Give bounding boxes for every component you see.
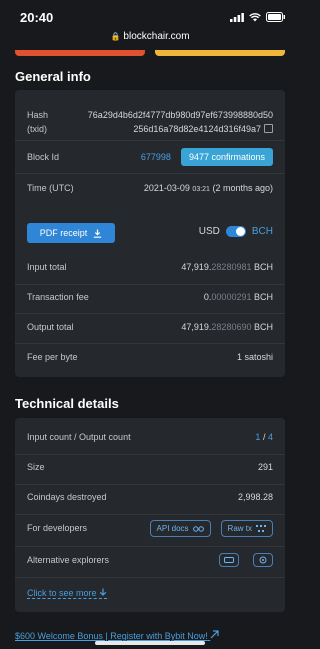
- hash-line-2: 256d16a78d82e4124d316f49a7: [133, 124, 261, 134]
- currency-switch: USD BCH: [199, 226, 273, 237]
- divider: [15, 514, 285, 515]
- input-total-row: Input total 47,919.28280981 BCH: [27, 258, 273, 276]
- external-link-icon: [210, 630, 219, 639]
- top-button-yellow[interactable]: [155, 50, 285, 56]
- currency-bch[interactable]: BCH: [252, 226, 273, 237]
- coindays-row: Coindays destroyed 2,998.28: [27, 488, 273, 506]
- divider: [15, 140, 285, 141]
- pdf-receipt-button[interactable]: PDF receipt: [27, 223, 115, 243]
- block-row: Block Id 677998 9477 confirmations: [27, 147, 273, 167]
- txid-label: (txid): [27, 124, 47, 134]
- divider: [15, 173, 285, 174]
- time-date: 2021-03-09: [143, 183, 190, 193]
- download-icon: [94, 229, 102, 238]
- explorer-1-icon: [224, 557, 234, 563]
- output-total-decimals: 28280690: [211, 322, 252, 332]
- time-row: Time (UTC) 2021-03-09 03:21 (2 months ag…: [27, 178, 273, 198]
- see-more-row: Click to see more: [27, 584, 273, 602]
- block-id-link[interactable]: 677998: [141, 152, 171, 162]
- input-total-decimals: 28280981: [211, 262, 252, 272]
- unit-label: BCH: [253, 262, 273, 272]
- general-info-title: General info: [15, 69, 91, 84]
- divider: [15, 343, 285, 344]
- divider: [15, 546, 285, 547]
- general-info-card: Hash (txid) 76a29d4b6d2f4777db980d97ef67…: [15, 90, 285, 377]
- time-clock: 03:21: [192, 186, 210, 193]
- promo-link[interactable]: $600 Welcome Bonus | Register with Bybit…: [15, 630, 219, 641]
- alt-explorers-label: Alternative explorers: [27, 555, 110, 565]
- see-more-link[interactable]: Click to see more: [27, 587, 108, 599]
- divider: [15, 484, 285, 485]
- hash-line-1: 76a29d4b6d2f4777db980d97ef673998880d50: [87, 110, 273, 120]
- fee-per-byte-label: Fee per byte: [27, 352, 78, 362]
- developers-row: For developers API docs Raw tx: [27, 518, 273, 538]
- unit-label: BCH: [253, 322, 273, 332]
- battery-icon: [266, 12, 285, 22]
- coindays-label: Coindays destroyed: [27, 492, 107, 502]
- block-label: Block Id: [27, 152, 60, 162]
- input-count-link[interactable]: 1: [255, 432, 260, 442]
- count-label: Input count / Output count: [27, 432, 131, 442]
- copy-icon[interactable]: [264, 124, 273, 133]
- binary-icon: [256, 524, 266, 532]
- status-icons: [230, 12, 286, 22]
- output-total-row: Output total 47,919.28280690 BCH: [27, 318, 273, 336]
- count-slash: /: [262, 432, 266, 442]
- url-text: blockchair.com: [123, 31, 190, 42]
- confirmations-badge: 9477 confirmations: [180, 148, 273, 166]
- raw-tx-button[interactable]: Raw tx: [220, 519, 273, 537]
- api-docs-button[interactable]: API docs: [149, 519, 211, 537]
- pdf-receipt-label: PDF receipt: [39, 228, 88, 238]
- api-docs-label: API docs: [156, 523, 189, 533]
- fee-decimals: 00000291: [211, 292, 252, 302]
- fee-per-byte-value: 1 satoshi: [236, 352, 273, 362]
- lock-icon: 🔒: [110, 32, 121, 41]
- signal-icon: [230, 12, 244, 22]
- hash-value[interactable]: 76a29d4b6d2f4777db980d97ef673998880d50 2…: [73, 108, 273, 136]
- output-total-label: Output total: [27, 322, 74, 332]
- divider: [15, 313, 285, 314]
- explorer-logo-1[interactable]: [219, 553, 239, 567]
- size-row: Size 291: [27, 458, 273, 476]
- count-row: Input count / Output count 1 / 4: [27, 428, 273, 446]
- arrow-down-icon: [99, 588, 107, 596]
- output-count-link[interactable]: 4: [268, 432, 273, 442]
- developers-label: For developers: [27, 523, 88, 533]
- time-ago: (2 months ago): [212, 183, 273, 193]
- fee-per-byte-row: Fee per byte 1 satoshi: [27, 348, 273, 366]
- fee-label: Transaction fee: [27, 292, 89, 302]
- raw-tx-label: Raw tx: [227, 523, 252, 533]
- currency-usd[interactable]: USD: [199, 226, 220, 237]
- hash-label: Hash: [27, 110, 49, 120]
- divider: [15, 577, 285, 578]
- time-label: Time (UTC): [27, 183, 74, 193]
- top-button-red[interactable]: [15, 50, 145, 56]
- output-total-main: 47,919.: [181, 322, 212, 332]
- wifi-icon: [249, 12, 261, 21]
- coindays-value: 2,998.28: [237, 492, 273, 502]
- see-more-label: Click to see more: [27, 587, 97, 598]
- status-time: 20:40: [20, 10, 54, 25]
- divider: [15, 284, 285, 285]
- promo-text: $600 Welcome Bonus | Register with Bybit…: [15, 631, 208, 641]
- glasses-icon: [192, 525, 204, 532]
- home-indicator[interactable]: [95, 641, 205, 645]
- input-total-label: Input total: [27, 262, 67, 272]
- alt-explorers-row: Alternative explorers: [27, 551, 273, 569]
- unit-label: BCH: [253, 292, 273, 302]
- currency-toggle[interactable]: [225, 226, 246, 237]
- divider: [15, 454, 285, 455]
- explorer-2-icon: [259, 556, 267, 564]
- technical-details-title: Technical details: [15, 396, 119, 411]
- size-label: Size: [27, 462, 45, 472]
- explorer-logo-2[interactable]: [253, 553, 273, 567]
- fee-row: Transaction fee 0.00000291 BCH: [27, 288, 273, 306]
- technical-details-card: Input count / Output count 1 / 4 Size 29…: [15, 418, 285, 612]
- input-total-main: 47,919.: [181, 262, 212, 272]
- size-value: 291: [257, 462, 273, 472]
- address-bar[interactable]: 🔒 blockchair.com: [0, 31, 300, 42]
- status-bar: 20:40 🔒 blockchair.com: [0, 0, 300, 44]
